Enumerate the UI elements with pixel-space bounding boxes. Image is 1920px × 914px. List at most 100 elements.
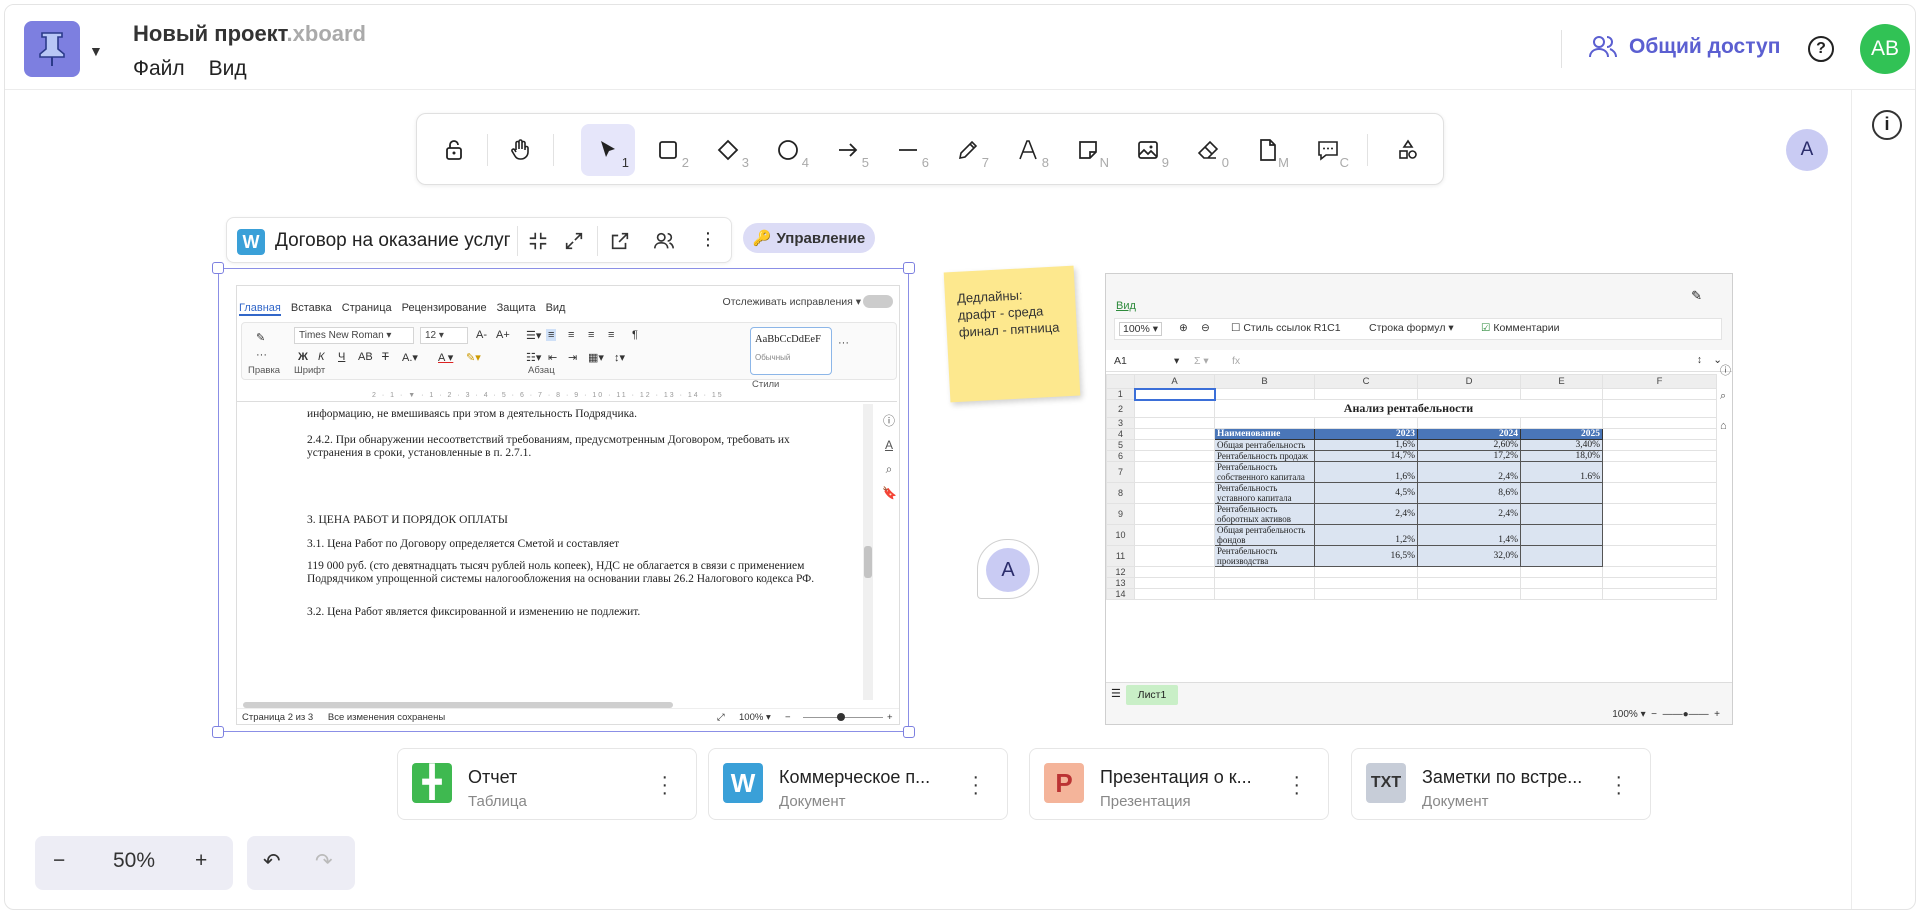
line-spacing-icon[interactable]: ↕▾: [614, 351, 625, 364]
sum-icon[interactable]: Σ ▾: [1194, 355, 1209, 367]
edit-icon[interactable]: ✎: [1691, 288, 1702, 304]
menu-file[interactable]: Файл: [133, 57, 185, 81]
row-number[interactable]: 14: [1106, 588, 1135, 600]
more-icon[interactable]: ···: [1615, 767, 1622, 803]
track-changes-toggle[interactable]: [863, 295, 893, 308]
collaborator-avatar[interactable]: A: [1786, 129, 1828, 171]
vertical-scrollbar[interactable]: [863, 404, 873, 700]
value-cell[interactable]: 4,5%: [1314, 482, 1418, 504]
tab-view[interactable]: Вид: [546, 302, 566, 316]
file-card[interactable]: ╋ Отчет Таблица · · ·: [397, 748, 697, 820]
underline-icon[interactable]: Ч: [338, 351, 345, 363]
zoom-level[interactable]: 50%: [113, 849, 155, 873]
menu-view[interactable]: Вид: [209, 57, 247, 81]
font-size-select[interactable]: 12 ▾: [420, 327, 468, 344]
text-tool[interactable]: 8: [1001, 124, 1055, 176]
pencil-tool[interactable]: 7: [941, 124, 995, 176]
row-number[interactable]: 9: [1106, 503, 1135, 525]
name-cell[interactable]: Общая рентабельность: [1214, 439, 1315, 451]
cell[interactable]: [1520, 588, 1603, 600]
outdent-icon[interactable]: ⇤: [548, 351, 557, 364]
chevron-down-icon[interactable]: ▼: [89, 43, 103, 59]
more-icon[interactable]: ···: [697, 223, 719, 255]
eraser-icon[interactable]: ✎: [256, 331, 265, 344]
diamond-tool[interactable]: 3: [701, 124, 755, 176]
row-number[interactable]: 10: [1106, 524, 1135, 546]
select-tool[interactable]: 1: [581, 124, 635, 176]
cell[interactable]: [1417, 566, 1521, 578]
row-number[interactable]: 4: [1106, 428, 1135, 440]
cell[interactable]: [1520, 566, 1603, 578]
more-styles-icon[interactable]: ···: [838, 337, 849, 349]
value-cell[interactable]: 2,4%: [1314, 503, 1418, 525]
cell[interactable]: [1602, 388, 1717, 400]
cell[interactable]: [1314, 388, 1418, 400]
cell[interactable]: [1602, 417, 1717, 429]
more-icon[interactable]: ···: [972, 767, 979, 803]
image-tool[interactable]: 9: [1121, 124, 1175, 176]
zoom-out-icon[interactable]: −: [785, 709, 791, 727]
rectangle-tool[interactable]: 2: [641, 124, 695, 176]
value-cell[interactable]: 1,6%: [1314, 461, 1418, 483]
name-cell[interactable]: Рентабельность продаж: [1214, 450, 1315, 462]
font-decrease-icon[interactable]: A-: [476, 329, 487, 341]
help-icon[interactable]: ?: [1808, 36, 1834, 62]
zoom-slider-thumb[interactable]: [837, 713, 845, 721]
column-header[interactable]: A: [1134, 374, 1215, 389]
name-cell[interactable]: Рентабельность оборотных активов: [1214, 503, 1315, 525]
font-color-icon[interactable]: A ▾: [438, 351, 453, 364]
ellipse-tool[interactable]: 4: [761, 124, 815, 176]
cell[interactable]: [1602, 450, 1717, 462]
resize-handle[interactable]: [212, 726, 224, 738]
selected-cell[interactable]: [1133, 387, 1216, 401]
cell[interactable]: [1417, 417, 1521, 429]
cell[interactable]: [1602, 461, 1717, 483]
justify-icon[interactable]: ≡: [608, 329, 614, 341]
column-header[interactable]: D: [1417, 374, 1521, 389]
cell[interactable]: [1520, 577, 1603, 589]
track-changes-label[interactable]: Отслеживать исправления ▾: [723, 296, 861, 308]
formula-bar-toggle[interactable]: Строка формул ▾: [1369, 322, 1454, 334]
borders-icon[interactable]: ▦▾: [588, 351, 604, 364]
column-header[interactable]: E: [1520, 374, 1603, 389]
italic-icon[interactable]: К: [318, 351, 324, 363]
cell-reference[interactable]: A1: [1114, 355, 1127, 367]
eraser-tool[interactable]: 0: [1181, 124, 1235, 176]
cell[interactable]: [1314, 588, 1418, 600]
tab-protect[interactable]: Защита: [497, 302, 536, 316]
row-number[interactable]: 13: [1106, 577, 1135, 589]
file-card[interactable]: W Коммерческое п... Документ · · ·: [708, 748, 1008, 820]
expand-icon[interactable]: ↕: [1697, 354, 1702, 366]
comment-tool[interactable]: C: [1301, 124, 1355, 176]
zoom-in-icon[interactable]: ⊕: [1179, 322, 1188, 334]
zoom-in-button[interactable]: +: [195, 849, 207, 873]
name-cell[interactable]: Рентабельность уставного капитала: [1214, 482, 1315, 504]
highlight-icon[interactable]: ✎▾: [466, 351, 481, 364]
value-cell[interactable]: 2,4%: [1417, 461, 1521, 483]
cell[interactable]: [1520, 417, 1603, 429]
value-cell[interactable]: 1,4%: [1417, 524, 1521, 546]
cell[interactable]: [1214, 577, 1315, 589]
file-card[interactable]: TXT Заметки по встре... Документ · · ·: [1351, 748, 1651, 820]
numbered-list-icon[interactable]: ☷▾: [526, 351, 541, 364]
undo-icon[interactable]: ↶: [263, 849, 281, 874]
cell[interactable]: [1134, 577, 1215, 589]
cell[interactable]: [1314, 566, 1418, 578]
value-cell[interactable]: [1520, 524, 1603, 546]
value-cell[interactable]: [1520, 503, 1603, 525]
info-icon[interactable]: ⓘ: [882, 412, 896, 428]
cell[interactable]: [1214, 388, 1315, 400]
value-cell[interactable]: 8,6%: [1417, 482, 1521, 504]
search-icon[interactable]: ⌕: [882, 462, 896, 476]
tab-page[interactable]: Страница: [342, 302, 392, 316]
search-icon[interactable]: ⌕: [1720, 390, 1726, 403]
comments-checkbox[interactable]: ☑ Комментарии: [1481, 322, 1559, 334]
align-center-icon[interactable]: ≡: [568, 329, 574, 341]
chevron-down-icon[interactable]: ▾: [1174, 355, 1179, 367]
app-logo[interactable]: [24, 21, 80, 77]
table-title[interactable]: Анализ рентабельности: [1214, 399, 1603, 418]
indent-icon[interactable]: ⇥: [568, 351, 577, 364]
cell[interactable]: [1134, 450, 1215, 462]
header-cell[interactable]: Наименование: [1214, 428, 1315, 440]
file-card[interactable]: P Презентация о к... Презентация · · ·: [1029, 748, 1329, 820]
